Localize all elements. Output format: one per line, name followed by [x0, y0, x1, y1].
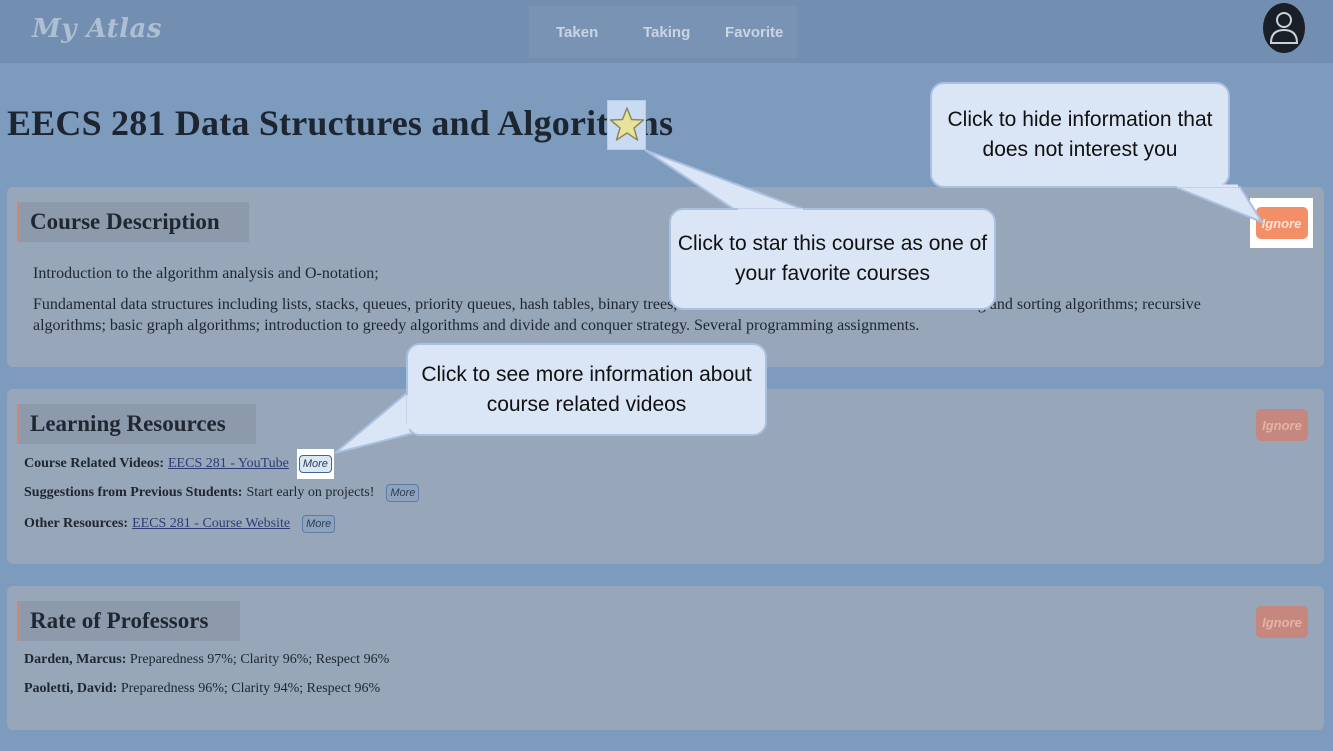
callout-seams [406, 184, 1238, 430]
